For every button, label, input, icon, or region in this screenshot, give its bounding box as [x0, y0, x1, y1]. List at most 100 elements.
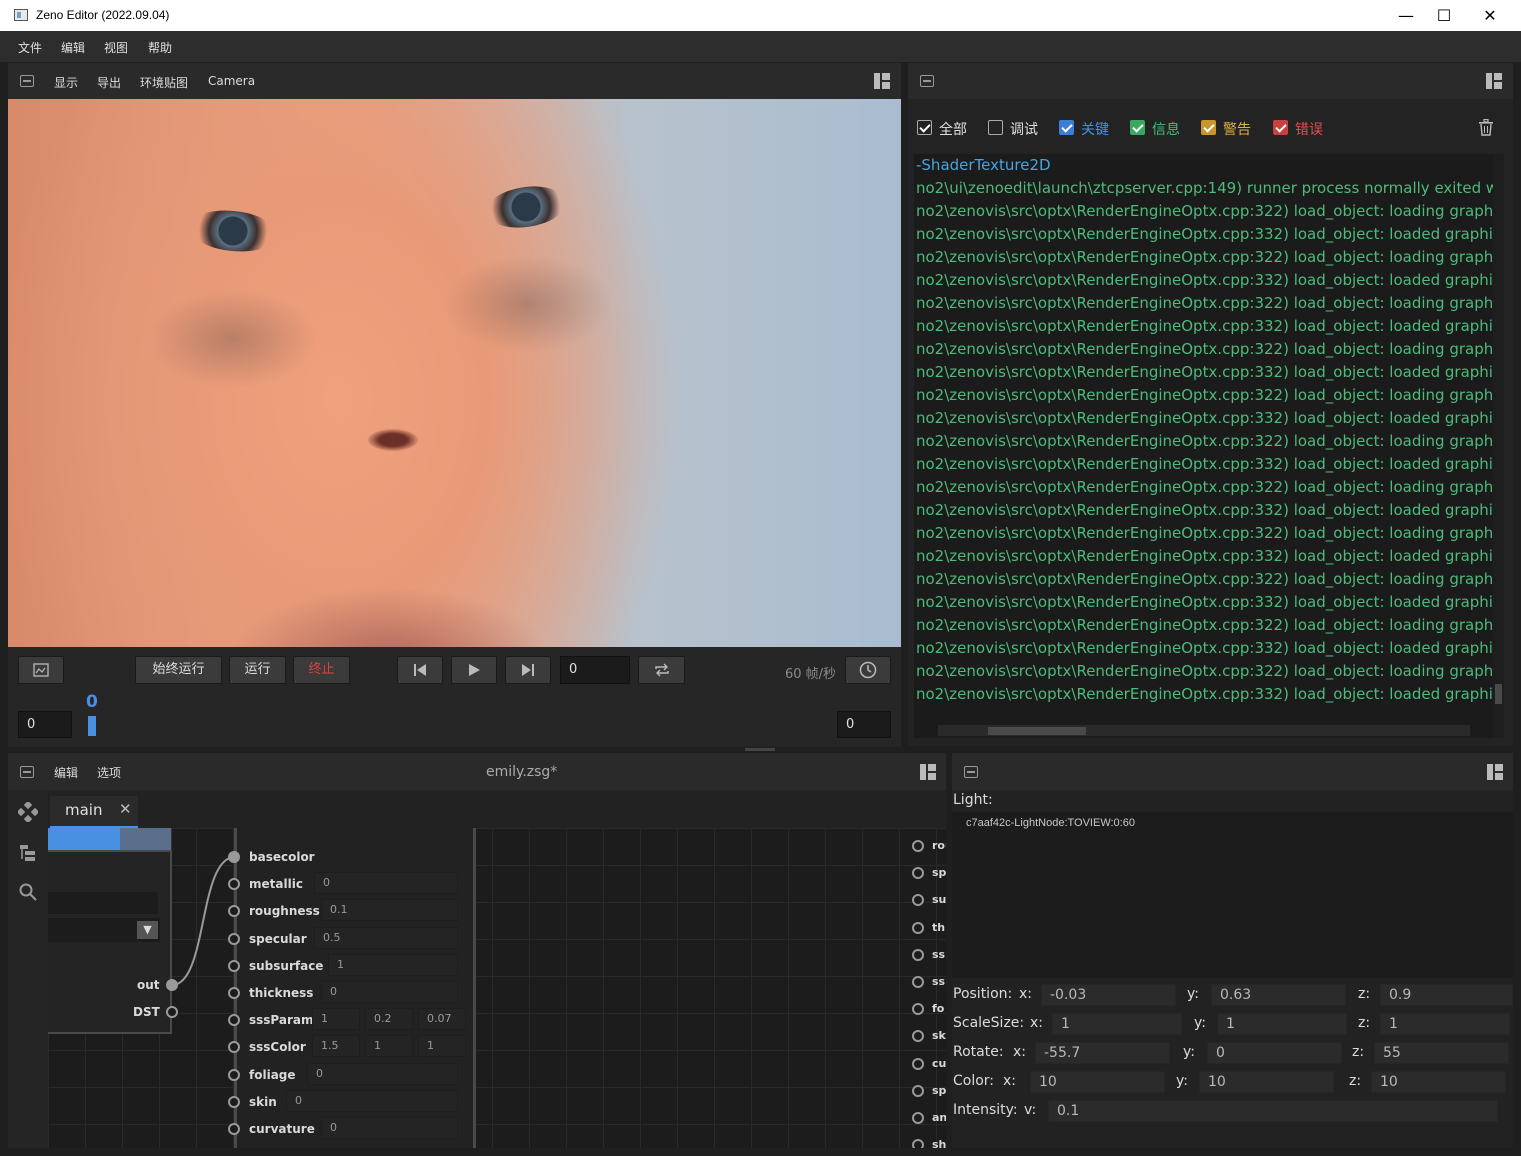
filter-label-5[interactable]: 错误 — [1295, 119, 1323, 139]
prop-field[interactable]: 0.1 — [1048, 1100, 1498, 1122]
right-node-port[interactable] — [912, 1058, 924, 1070]
right-node-port[interactable] — [912, 840, 924, 852]
dock-icon[interactable] — [20, 766, 34, 778]
right-node-port[interactable] — [912, 1030, 924, 1042]
socket-value-sssParam[interactable]: 0.07 — [418, 1008, 466, 1030]
horizontal-splitter[interactable] — [745, 748, 775, 751]
prop-field[interactable]: 55 — [1374, 1042, 1509, 1064]
tree-icon[interactable] — [19, 844, 37, 862]
run-always-button[interactable]: 始终运行 — [135, 656, 222, 684]
socket-value-sssParam[interactable]: 1 — [312, 1008, 360, 1030]
log-vscroll-thumb[interactable] — [1495, 684, 1502, 704]
right-node-port[interactable] — [912, 1112, 924, 1124]
dock-icon[interactable] — [20, 75, 34, 87]
tab-camera[interactable]: Camera — [208, 74, 255, 88]
log-hscroll-track[interactable] — [938, 725, 1470, 736]
socket-value-sssColor[interactable]: 1 — [418, 1035, 466, 1057]
menu-help[interactable]: 帮助 — [148, 39, 172, 56]
right-node-port[interactable] — [912, 1139, 924, 1148]
node-graph-canvas[interactable]: ▼ out DST basecolor metallic 0 roughness 0.1… — [48, 828, 946, 1148]
filter-checkbox-3[interactable] — [1130, 120, 1145, 135]
play-button[interactable] — [451, 656, 497, 684]
prop-field[interactable]: 1 — [1217, 1013, 1347, 1035]
tab-export[interactable]: 导出 — [97, 74, 121, 91]
socket-value-roughness[interactable]: 0.1 — [321, 899, 458, 921]
maximize-icon[interactable]: ☐ — [1421, 0, 1467, 31]
loop-button[interactable] — [638, 656, 685, 684]
snapshot-button[interactable] — [18, 656, 64, 684]
socket-value-sssColor[interactable]: 1.5 — [312, 1035, 360, 1057]
input-port-sssColor[interactable] — [228, 1041, 240, 1053]
filter-checkbox-2[interactable] — [1059, 120, 1074, 135]
prop-field[interactable]: -55.7 — [1035, 1042, 1170, 1064]
input-port-curvature[interactable] — [228, 1123, 240, 1135]
filter-label-4[interactable]: 警告 — [1223, 119, 1251, 139]
input-port-specular[interactable] — [228, 933, 240, 945]
layout-icon[interactable] — [1487, 764, 1503, 780]
editor-tab-options[interactable]: 选项 — [97, 764, 121, 781]
prop-field[interactable]: 10 — [1199, 1071, 1334, 1093]
search-icon[interactable] — [19, 883, 37, 901]
menu-file[interactable]: 文件 — [18, 39, 42, 56]
right-node-port[interactable] — [912, 1003, 924, 1015]
prop-field[interactable]: 0.63 — [1211, 984, 1346, 1006]
log-hscroll-thumb[interactable] — [988, 727, 1086, 735]
prop-field[interactable]: -0.03 — [1041, 984, 1176, 1006]
menu-view[interactable]: 视图 — [104, 39, 128, 56]
socket-value-metallic[interactable]: 0 — [314, 872, 458, 894]
layout-icon[interactable] — [874, 73, 890, 89]
subnet-icon[interactable] — [18, 802, 38, 822]
input-port-thickness[interactable] — [228, 987, 240, 999]
render-viewport[interactable] — [8, 99, 901, 647]
tab-envmap[interactable]: 环境贴图 — [140, 74, 188, 91]
prop-field[interactable]: 0 — [1207, 1042, 1342, 1064]
close-tab-icon[interactable]: ✕ — [119, 800, 132, 818]
properties-node-id[interactable]: c7aaf42c-LightNode:TOVIEW:0:60 — [966, 817, 1135, 829]
dock-icon[interactable] — [964, 766, 978, 778]
socket-value-thickness[interactable]: 0 — [321, 981, 458, 1003]
stop-button[interactable]: 终止 — [293, 656, 350, 684]
input-port-skin[interactable] — [228, 1096, 240, 1108]
socket-value-specular[interactable]: 0.5 — [314, 927, 458, 949]
clear-log-button[interactable] — [1478, 118, 1494, 140]
socket-value-foliage[interactable]: 0 — [307, 1063, 458, 1085]
right-node-port[interactable] — [912, 976, 924, 988]
socket-value-curvature[interactable]: 0 — [321, 1117, 458, 1139]
graph-tab-main[interactable]: main ✕ — [50, 796, 138, 828]
socket-value-skin[interactable]: 0 — [286, 1090, 458, 1112]
prop-field[interactable]: 10 — [1371, 1071, 1506, 1093]
filter-label-3[interactable]: 信息 — [1152, 119, 1180, 139]
right-node-port[interactable] — [912, 1085, 924, 1097]
filter-label-2[interactable]: 关键 — [1081, 119, 1109, 139]
socket-value-subsurface[interactable]: 1 — [328, 954, 458, 976]
input-port-metallic[interactable] — [228, 878, 240, 890]
frame-input[interactable]: 0 — [560, 656, 630, 684]
filter-checkbox-4[interactable] — [1201, 120, 1216, 135]
layout-icon[interactable] — [920, 764, 936, 780]
right-node-port[interactable] — [912, 949, 924, 961]
filter-label-1[interactable]: 调试 — [1010, 119, 1038, 139]
socket-value-sssColor[interactable]: 1 — [365, 1035, 413, 1057]
right-node-port[interactable] — [912, 894, 924, 906]
input-port-foliage[interactable] — [228, 1069, 240, 1081]
prop-field[interactable]: 1 — [1380, 1013, 1510, 1035]
prop-field[interactable]: 0.9 — [1380, 984, 1513, 1006]
timeline-slider-handle[interactable] — [88, 716, 96, 736]
menu-edit[interactable]: 编辑 — [61, 39, 85, 56]
properties-node-list[interactable]: c7aaf42c-LightNode:TOVIEW:0:60 — [952, 812, 1513, 978]
input-port-basecolor[interactable] — [228, 851, 240, 863]
right-node-port[interactable] — [912, 922, 924, 934]
next-frame-button[interactable] — [505, 656, 551, 684]
prop-field[interactable]: 10 — [1030, 1071, 1165, 1093]
filter-checkbox-5[interactable] — [1273, 120, 1288, 135]
layout-icon[interactable] — [1486, 73, 1502, 89]
input-port-sssParam[interactable] — [228, 1014, 240, 1026]
filter-label-0[interactable]: 全部 — [939, 119, 967, 139]
right-node-port[interactable] — [912, 867, 924, 879]
log-output[interactable]: -ShaderTexture2D no2\ui\zenoedit\launch\z… — [914, 154, 1504, 738]
tab-display[interactable]: 显示 — [54, 74, 78, 91]
timeline-start-input[interactable]: 0 — [18, 711, 72, 738]
input-port-roughness[interactable] — [228, 905, 240, 917]
dock-icon[interactable] — [920, 75, 934, 87]
editor-tab-edit[interactable]: 编辑 — [54, 764, 78, 781]
